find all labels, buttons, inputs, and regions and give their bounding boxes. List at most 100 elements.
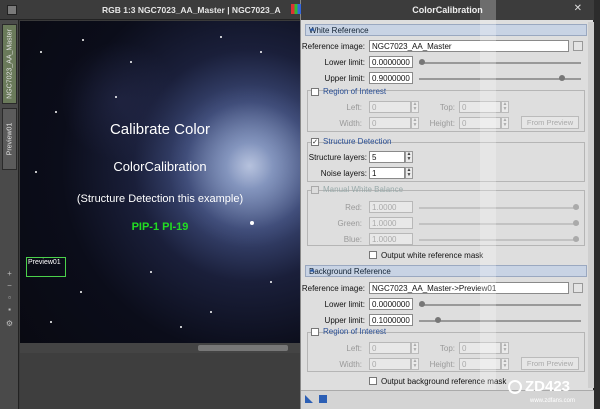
noise-layers-label: Noise layers:: [320, 169, 367, 178]
image-window-title-bar[interactable]: RGB 1:3 NGC7023_AA_Master | NGC7023_A: [0, 0, 340, 20]
background-roi-title: Region of Interest: [323, 327, 387, 336]
bg-roi-height-label: Height:: [429, 360, 455, 369]
background-roi-height-field[interactable]: 0: [459, 358, 501, 370]
background-lower-limit-field[interactable]: 0.0000000: [369, 298, 413, 310]
white-upper-limit-handle[interactable]: [559, 75, 566, 81]
blue-slider-handle[interactable]: [573, 236, 579, 242]
view-tabs: NGC7023_AA_Master Preview01 + − ▫ ▪ ⚙: [0, 20, 19, 409]
background-roi-checkbox[interactable]: [311, 328, 319, 336]
dialog-title: ColorCalibration: [412, 5, 483, 15]
white-upper-limit-slider[interactable]: [419, 78, 581, 80]
background-from-preview-button[interactable]: From Preview: [521, 357, 579, 370]
blue-field[interactable]: 1.0000: [369, 233, 413, 245]
white-upper-limit-field[interactable]: 0.9000000: [369, 72, 413, 84]
fit-view-icon[interactable]: ▫: [4, 294, 15, 302]
white-roi-left-spinner[interactable]: ▲ ▼: [411, 101, 419, 113]
white-roi-width-spinner[interactable]: ▲ ▼: [411, 117, 419, 129]
collapse-icon[interactable]: ⏶: [309, 25, 582, 35]
background-roi-top-field[interactable]: 0: [459, 342, 501, 354]
background-upper-limit-slider[interactable]: [419, 320, 581, 322]
white-roi-checkbox[interactable]: [311, 88, 319, 96]
white-lower-limit-field[interactable]: 0.0000000: [369, 56, 413, 68]
green-label: Green:: [337, 219, 362, 228]
red-label: Red:: [345, 203, 362, 212]
preview-rectangle[interactable]: Preview01: [26, 257, 66, 277]
tab-preview01-label: Preview01: [6, 122, 13, 156]
red-slider-handle[interactable]: [573, 204, 579, 210]
background-reference-header[interactable]: Background Reference ⏶: [305, 265, 587, 277]
white-from-preview-button[interactable]: From Preview: [521, 116, 579, 129]
apply-icon[interactable]: [319, 395, 327, 403]
scrollbar-thumb[interactable]: [198, 345, 288, 351]
tab-main-view[interactable]: NGC7023_AA_Master: [2, 24, 17, 104]
horizontal-scrollbar[interactable]: [20, 343, 300, 353]
structure-layers-field[interactable]: 5: [369, 151, 405, 163]
bg-upper-limit-label: Upper limit:: [324, 316, 365, 325]
window-menu-icon[interactable]: [7, 5, 17, 15]
background-roi-width-spinner[interactable]: ▲ ▼: [411, 358, 419, 370]
white-roi-width-field[interactable]: 0: [369, 117, 411, 129]
background-roi-top-spinner[interactable]: ▲ ▼: [501, 342, 509, 354]
close-icon[interactable]: ✕: [574, 3, 582, 14]
pan-icon[interactable]: ▪: [4, 306, 15, 314]
white-roi-height-field[interactable]: 0: [459, 117, 501, 129]
dialog-scrollbar[interactable]: [588, 22, 594, 388]
background-reference-image-field[interactable]: NGC7023_AA_Master->Preview01: [369, 282, 569, 294]
roi-height-label: Height:: [429, 119, 455, 128]
select-view-icon[interactable]: [573, 41, 583, 51]
structure-layers-spinner[interactable]: ▲ ▼: [405, 151, 413, 163]
star: [260, 51, 262, 53]
white-roi-top-spinner[interactable]: ▲ ▼: [501, 101, 509, 113]
white-roi-top-field[interactable]: 0: [459, 101, 501, 113]
star: [55, 111, 57, 113]
bg-roi-width-label: Width:: [339, 360, 362, 369]
bg-roi-left-label: Left:: [346, 344, 362, 353]
background-roi-left-field[interactable]: 0: [369, 342, 411, 354]
output-background-mask-checkbox[interactable]: [369, 377, 377, 385]
new-instance-icon[interactable]: [305, 395, 313, 403]
upper-limit-label: Upper limit:: [324, 74, 365, 83]
red-slider[interactable]: [419, 207, 579, 209]
image-canvas[interactable]: Calibrate Color ColorCalibration (Struct…: [20, 21, 300, 343]
white-roi-height-spinner[interactable]: ▲ ▼: [501, 117, 509, 129]
settings-icon[interactable]: ⚙: [4, 320, 15, 328]
white-lower-limit-handle[interactable]: [419, 59, 425, 65]
structure-detection-checkbox[interactable]: ✓: [311, 138, 319, 146]
overlay-note: (Structure Detection this example): [76, 193, 244, 205]
select-view-icon[interactable]: [573, 283, 583, 293]
noise-layers-spinner[interactable]: ▲ ▼: [405, 167, 413, 179]
green-field[interactable]: 1.0000: [369, 217, 413, 229]
noise-layers-field[interactable]: 1: [369, 167, 405, 179]
tab-preview01[interactable]: Preview01: [2, 108, 17, 170]
background-roi-width-field[interactable]: 0: [369, 358, 411, 370]
green-slider-handle[interactable]: [573, 220, 579, 226]
manual-white-balance-checkbox[interactable]: [311, 186, 319, 194]
background-roi-height-spinner[interactable]: ▲ ▼: [501, 358, 509, 370]
red-field[interactable]: 1.0000: [369, 201, 413, 213]
background-roi-left-spinner[interactable]: ▲ ▼: [411, 342, 419, 354]
roi-top-label: Top:: [439, 103, 455, 112]
output-background-mask-label: Output background reference mask: [381, 377, 507, 386]
image-window: RGB 1:3 NGC7023_AA_Master | NGC7023_A NG…: [0, 0, 340, 409]
blue-slider[interactable]: [419, 239, 579, 241]
zoom-out-icon[interactable]: −: [4, 282, 15, 290]
star: [82, 39, 84, 41]
background-lower-limit-handle[interactable]: [419, 301, 425, 307]
background-upper-limit-field[interactable]: 0.1000000: [369, 314, 413, 326]
white-roi-title: Region of Interest: [323, 87, 387, 96]
collapse-icon[interactable]: ⏶: [309, 266, 582, 276]
preview-label: Preview01: [28, 259, 61, 266]
zoom-in-icon[interactable]: +: [4, 270, 15, 278]
watermark-logo-icon: [508, 380, 522, 394]
dialog-title-bar[interactable]: ColorCalibration ✕: [291, 0, 594, 20]
white-reference-header[interactable]: White Reference ⏶: [305, 24, 587, 36]
star: [180, 326, 182, 328]
green-slider[interactable]: [419, 223, 579, 225]
white-roi-left-field[interactable]: 0: [369, 101, 411, 113]
background-lower-limit-slider[interactable]: [419, 304, 581, 306]
background-upper-limit-handle[interactable]: [434, 317, 441, 323]
output-white-mask-checkbox[interactable]: [369, 251, 377, 259]
watermark: ZD423 www.zdfans.com: [508, 378, 600, 409]
white-reference-image-field[interactable]: NGC7023_AA_Master: [369, 40, 569, 52]
white-lower-limit-slider[interactable]: [419, 62, 581, 64]
